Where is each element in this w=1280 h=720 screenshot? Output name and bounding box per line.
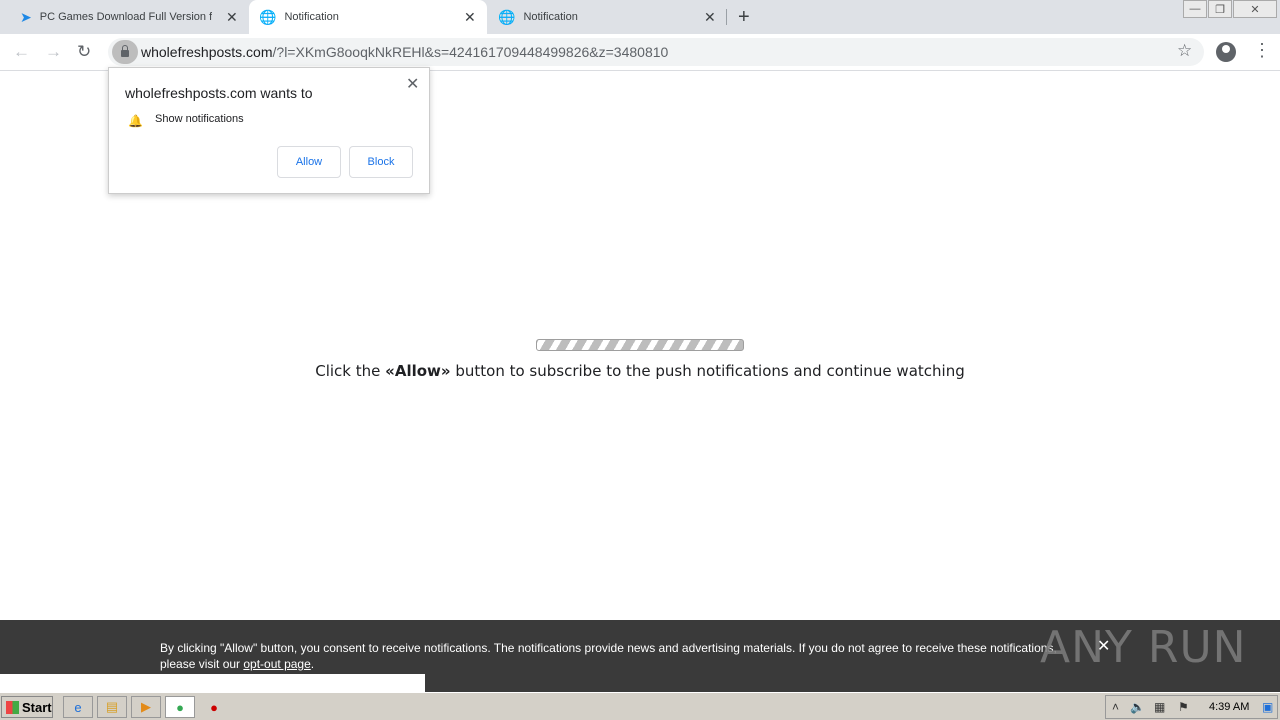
page-message: Click the «Allow» button to subscribe to… [0,362,1280,380]
globe-icon: 🌐 [498,8,516,25]
chrome-icon[interactable]: ● [165,696,195,718]
media-player-icon[interactable]: ▶ [131,696,161,718]
notification-permission-popup: wholefreshposts.com wants to ✕ 🔔 Show no… [108,67,430,194]
profile-avatar-icon[interactable] [1216,42,1236,62]
url-host: wholefreshposts.com [141,44,273,60]
message-after: button to subscribe to the push notifica… [450,362,965,380]
tab-strip: ➤ PC Games Download Full Version for ✕ 🌐… [0,0,1280,34]
loading-progress-bar [536,339,744,351]
banner-close-icon[interactable]: ✕ [1097,636,1110,656]
action-center-flag-icon[interactable]: ⚑ [1178,700,1189,714]
tab-notification-active[interactable]: 🌐 Notification ✕ [249,0,487,34]
reload-icon[interactable]: ↻ [77,42,91,62]
allow-button[interactable]: Allow [277,146,341,178]
show-desktop-icon[interactable]: ▣ [1262,700,1273,714]
bell-icon: 🔔 [128,114,143,128]
block-button[interactable]: Block [349,146,413,178]
windows-taskbar: Start e ▤ ▶ ● ● ˄ 🔈 ▦ ⚑ 4:39 AM ▣ [0,692,1280,720]
system-tray: ˄ 🔈 ▦ ⚑ 4:39 AM ▣ [1105,695,1278,719]
close-window-button[interactable]: ✕ [1233,0,1277,18]
tab-title: Notification [523,11,578,23]
forward-arrow-icon[interactable]: → [45,42,62,62]
url-text[interactable]: wholefreshposts.com/?l=XKmG8ooqkNkREHl&s… [141,44,668,60]
maximize-button[interactable]: ❐ [1208,0,1232,18]
tray-expand-icon[interactable]: ˄ [1112,700,1119,714]
internet-explorer-icon[interactable]: e [63,696,93,718]
message-allow-bold: «Allow» [385,362,451,380]
permission-label: Show notifications [155,113,244,125]
url-path: /?l=XKmG8ooqkNkREHl&s=424161709448499826… [272,44,669,60]
file-explorer-icon[interactable]: ▤ [97,696,127,718]
address-bar[interactable]: wholefreshposts.com/?l=XKmG8ooqkNkREHl&s… [108,38,1204,66]
banner-text: By clicking "Allow" button, you consent … [160,640,1080,672]
opt-out-link[interactable]: opt-out page [243,657,310,671]
new-tab-button[interactable]: + [738,6,750,29]
tab-title: Notification [284,11,339,23]
lock-icon[interactable] [112,40,138,64]
back-arrow-icon[interactable]: ← [13,42,30,62]
close-icon[interactable]: ✕ [406,74,419,94]
globe-icon: 🌐 [259,8,277,25]
feather-icon: ➤ [20,8,32,25]
close-tab-icon[interactable]: ✕ [464,9,476,26]
tab-title: PC Games Download Full Version for [39,11,212,23]
minimize-button[interactable]: — [1183,0,1207,18]
close-tab-icon[interactable]: ✕ [704,9,716,26]
network-icon[interactable]: ▦ [1154,700,1165,714]
clock[interactable]: 4:39 AM [1209,701,1249,713]
antivirus-icon[interactable]: ● [199,696,229,718]
tab-notification[interactable]: 🌐 Notification ✕ [488,0,724,34]
bookmark-star-icon[interactable]: ☆ [1177,41,1192,61]
message-before: Click the [315,362,386,380]
windows-flag-icon [6,700,19,714]
volume-icon[interactable]: 🔈 [1130,700,1145,714]
banner-end: . [310,657,315,671]
start-label: Start [22,699,52,715]
tab-separator [726,9,727,25]
kebab-menu-icon[interactable]: ⋮ [1253,40,1271,61]
browser-toolbar: ← → ↻ wholefreshposts.com/?l=XKmG8ooqkNk… [0,34,1280,71]
anyrun-watermark-logo: ANY RUN [1040,622,1247,673]
popup-title: wholefreshposts.com wants to [125,85,313,101]
white-strip [0,674,425,692]
start-button[interactable]: Start [1,696,53,718]
close-tab-icon[interactable]: ✕ [226,9,238,26]
tab-pc-games[interactable]: ➤ PC Games Download Full Version for ✕ [10,0,246,34]
